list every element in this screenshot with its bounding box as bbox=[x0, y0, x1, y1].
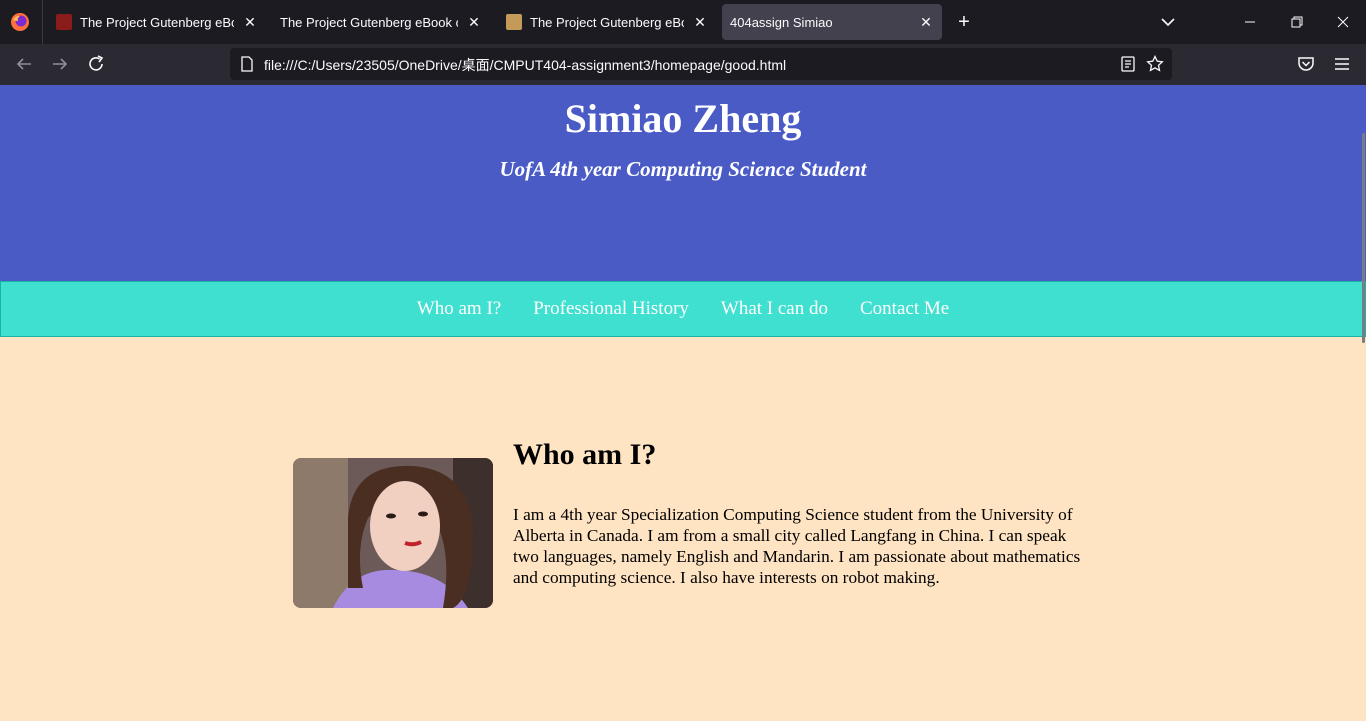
reader-view-icon[interactable] bbox=[1119, 55, 1137, 73]
site-nav: Who am I? Professional History What I ca… bbox=[0, 281, 1366, 337]
url-text[interactable]: file:///C:/Users/23505/OneDrive/桌面/CMPUT… bbox=[264, 55, 786, 75]
nav-link-what-i-can-do[interactable]: What I can do bbox=[721, 298, 828, 320]
firefox-icon[interactable] bbox=[10, 12, 30, 32]
nav-link-who-am-i[interactable]: Who am I? bbox=[417, 298, 501, 320]
section-heading: Who am I? bbox=[513, 438, 657, 471]
tab-gutenberg-2[interactable]: The Project Gutenberg eBook of ✕ bbox=[268, 4, 490, 40]
new-tab-icon[interactable]: + bbox=[954, 12, 974, 32]
about-text: I am a 4th year Specialization Computing… bbox=[513, 505, 1081, 587]
close-icon[interactable]: ✕ bbox=[916, 12, 936, 32]
nav-link-contact-me[interactable]: Contact Me bbox=[860, 298, 949, 320]
web-page: Simiao Zheng UofA 4th year Computing Sci… bbox=[0, 85, 1366, 721]
page-title: Simiao Zheng bbox=[564, 96, 802, 141]
tabs-separator bbox=[42, 0, 43, 44]
page-subtitle: UofA 4th year Computing Science Student bbox=[499, 157, 867, 181]
tab-title: 404assign Simiao bbox=[730, 14, 833, 30]
profile-photo bbox=[293, 458, 493, 608]
scrollbar[interactable] bbox=[1362, 133, 1365, 343]
close-icon[interactable]: ✕ bbox=[690, 12, 710, 32]
reload-icon[interactable] bbox=[85, 53, 107, 75]
header-banner: Simiao Zheng UofA 4th year Computing Sci… bbox=[0, 85, 1366, 281]
book-icon bbox=[506, 14, 522, 30]
tab-title: The Project Gutenberg eBook bbox=[530, 14, 684, 30]
menu-icon[interactable] bbox=[1331, 53, 1353, 75]
tab-gutenberg-1[interactable]: The Project Gutenberg eBook ✕ bbox=[44, 4, 266, 40]
close-icon[interactable]: ✕ bbox=[464, 12, 484, 32]
tab-404assign[interactable]: 404assign Simiao ✕ bbox=[722, 4, 942, 40]
book-icon bbox=[56, 14, 72, 30]
page-icon bbox=[241, 56, 253, 72]
tab-strip: The Project Gutenberg eBook ✕ The Projec… bbox=[0, 0, 1366, 44]
forward-arrow-icon[interactable] bbox=[49, 53, 71, 75]
nav-link-professional-history[interactable]: Professional History bbox=[533, 298, 689, 320]
back-arrow-icon[interactable] bbox=[13, 53, 35, 75]
tab-title: The Project Gutenberg eBook bbox=[80, 14, 234, 30]
pocket-icon[interactable] bbox=[1295, 53, 1317, 75]
url-bar[interactable]: file:///C:/Users/23505/OneDrive/桌面/CMPUT… bbox=[230, 48, 1172, 80]
restore-icon[interactable] bbox=[1285, 10, 1309, 34]
minimize-icon[interactable] bbox=[1238, 10, 1262, 34]
tab-title: The Project Gutenberg eBook of bbox=[280, 14, 458, 30]
chevron-down-icon[interactable] bbox=[1158, 12, 1178, 32]
close-icon[interactable]: ✕ bbox=[240, 12, 260, 32]
bookmark-star-icon[interactable] bbox=[1146, 55, 1164, 73]
close-window-icon[interactable] bbox=[1331, 10, 1355, 34]
tab-gutenberg-3[interactable]: The Project Gutenberg eBook ✕ bbox=[494, 4, 716, 40]
